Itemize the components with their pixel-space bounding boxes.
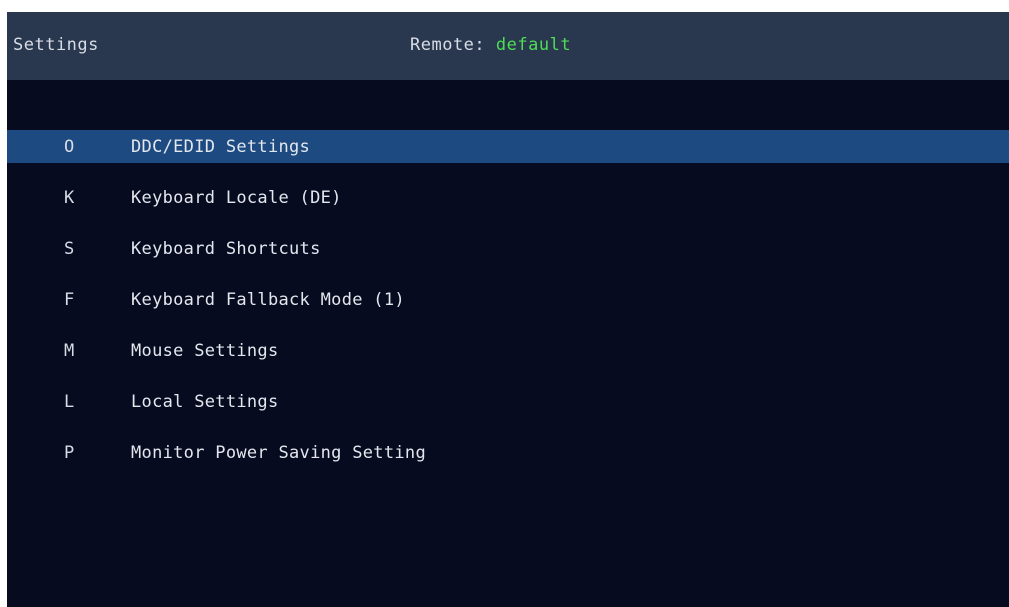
menu-item-label: Keyboard Fallback Mode (1) [131, 290, 405, 310]
menu-item-hotkey: F [64, 290, 75, 310]
menu-item-label: Monitor Power Saving Setting [131, 443, 426, 463]
menu-item-keyboard-locale[interactable]: K Keyboard Locale (DE) [7, 180, 1009, 231]
remote-label: Remote: [410, 35, 486, 55]
menu-item-hotkey: S [64, 239, 75, 259]
menu-item-hotkey: O [64, 137, 75, 157]
menu-item-hotkey: P [64, 443, 75, 463]
menu-item-mouse-settings[interactable]: M Mouse Settings [7, 333, 1009, 384]
menu-item-label: Mouse Settings [131, 341, 279, 361]
menu-item-keyboard-fallback-mode[interactable]: F Keyboard Fallback Mode (1) [7, 282, 1009, 333]
remote-value: default [495, 35, 572, 55]
menu-item-label: DDC/EDID Settings [131, 137, 311, 157]
remote-indicator: Remote: default [410, 35, 571, 55]
menu-item-hotkey: L [64, 392, 75, 412]
menu-item-ddc-edid-settings[interactable]: O DDC/EDID Settings [7, 129, 1009, 180]
menu-item-label: Keyboard Locale (DE) [131, 188, 342, 208]
menu-item-label: Keyboard Shortcuts [131, 239, 321, 259]
menu-item-monitor-power-saving[interactable]: P Monitor Power Saving Setting [7, 435, 1009, 486]
menu-item-keyboard-shortcuts[interactable]: S Keyboard Shortcuts [7, 231, 1009, 282]
menu-item-local-settings[interactable]: L Local Settings [7, 384, 1009, 435]
menu-item-label: Local Settings [131, 392, 279, 412]
osd-screen: Settings Remote: default O DDC/EDID Sett… [7, 12, 1009, 607]
menu-item-hotkey: K [64, 188, 75, 208]
menu-item-hotkey: M [64, 341, 75, 361]
header-bar: Settings Remote: default [7, 12, 1009, 80]
page-title: Settings [13, 35, 99, 55]
settings-menu: O DDC/EDID Settings K Keyboard Locale (D… [7, 129, 1009, 486]
